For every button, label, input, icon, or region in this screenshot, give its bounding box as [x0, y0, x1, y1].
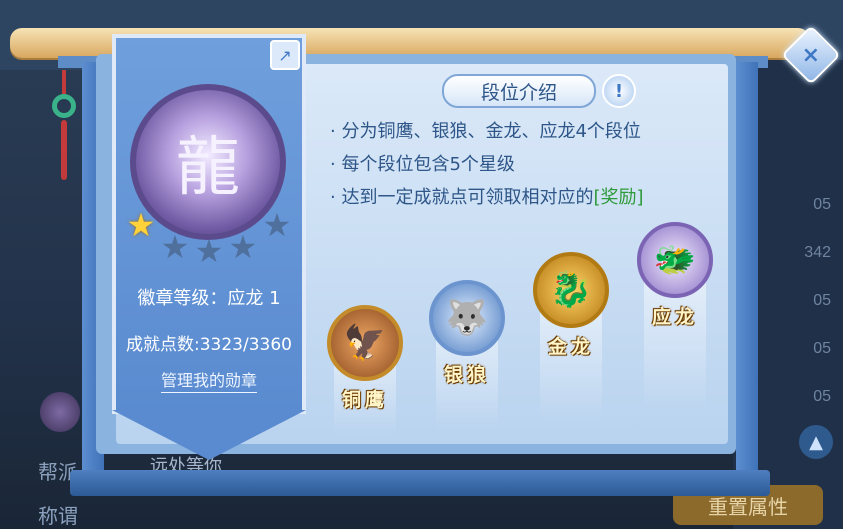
- manage-badges-link[interactable]: 管理我的勋章: [112, 367, 306, 393]
- rule-line-1: · 分为铜鹰、银狼、金龙、应龙4个段位: [330, 121, 641, 142]
- background-up-arrow-icon: ▲: [799, 425, 833, 459]
- info-icon[interactable]: !: [602, 74, 636, 108]
- background-value: 05: [813, 388, 831, 405]
- star-icon-empty: ★: [262, 206, 292, 244]
- rule-line-2: · 每个段位包含5个星级: [330, 154, 515, 175]
- reward-link[interactable]: [奖励]: [593, 187, 643, 208]
- golden-dragon-medal-icon: 🐉: [533, 252, 609, 328]
- dialog-base: [70, 470, 770, 496]
- star-rating: ★ ★ ★ ★ ★: [126, 206, 296, 270]
- dragon-icon: 龍: [176, 131, 240, 205]
- wolf-medal-icon: 🐺: [429, 280, 505, 356]
- dialog-right-pillar: [736, 62, 758, 482]
- rank-name: 金龙: [547, 336, 594, 358]
- share-icon: ↗: [278, 45, 292, 65]
- star-icon-filled: ★: [126, 206, 156, 244]
- manage-badges-label: 管理我的勋章: [160, 371, 257, 393]
- rank-ying-dragon: 🐲 应龙: [632, 222, 718, 412]
- rank-copper-eagle: 🦅 铜鹰: [322, 305, 408, 435]
- close-icon: ×: [801, 42, 821, 68]
- rank-silver-wolf: 🐺 银狼: [424, 280, 510, 430]
- rule-line-3-text: · 达到一定成就点可领取相对应的: [330, 187, 594, 208]
- badge-level-text: 徽章等级：应龙 1: [137, 288, 281, 309]
- jade-pendant-icon: [52, 70, 76, 180]
- background-label-title: 称谓: [38, 504, 78, 528]
- star-icon-empty: ★: [160, 228, 190, 266]
- share-button[interactable]: ↗: [270, 40, 300, 70]
- ying-dragon-medal-icon: 🐲: [637, 222, 713, 298]
- star-icon-empty: ★: [228, 228, 258, 266]
- eagle-medal-icon: 🦅: [327, 305, 403, 381]
- rank-intro-title: 段位介绍: [442, 74, 596, 108]
- background-value: 05: [813, 292, 831, 309]
- rank-name: 应龙: [651, 306, 698, 328]
- background-badge-icon: [40, 392, 80, 432]
- rule-line-3: · 达到一定成就点可领取相对应的[奖励]: [330, 183, 644, 209]
- achievement-points-text: 成就点数:3323/3360: [126, 335, 292, 355]
- background-value: 342: [804, 244, 831, 261]
- star-icon-empty: ★: [194, 232, 224, 270]
- rank-name: 银狼: [443, 364, 490, 386]
- background-value: 05: [813, 340, 831, 357]
- banner-tip: [112, 410, 306, 460]
- rank-golden-dragon: 🐉 金龙: [528, 252, 614, 422]
- badge-banner: ↗ 龍 ★ ★ ★ ★ ★ 徽章等级：应龙 1 成就点数:3323/3360 管…: [112, 34, 306, 460]
- background-value: 05: [813, 196, 831, 213]
- rank-name: 铜鹰: [341, 389, 388, 411]
